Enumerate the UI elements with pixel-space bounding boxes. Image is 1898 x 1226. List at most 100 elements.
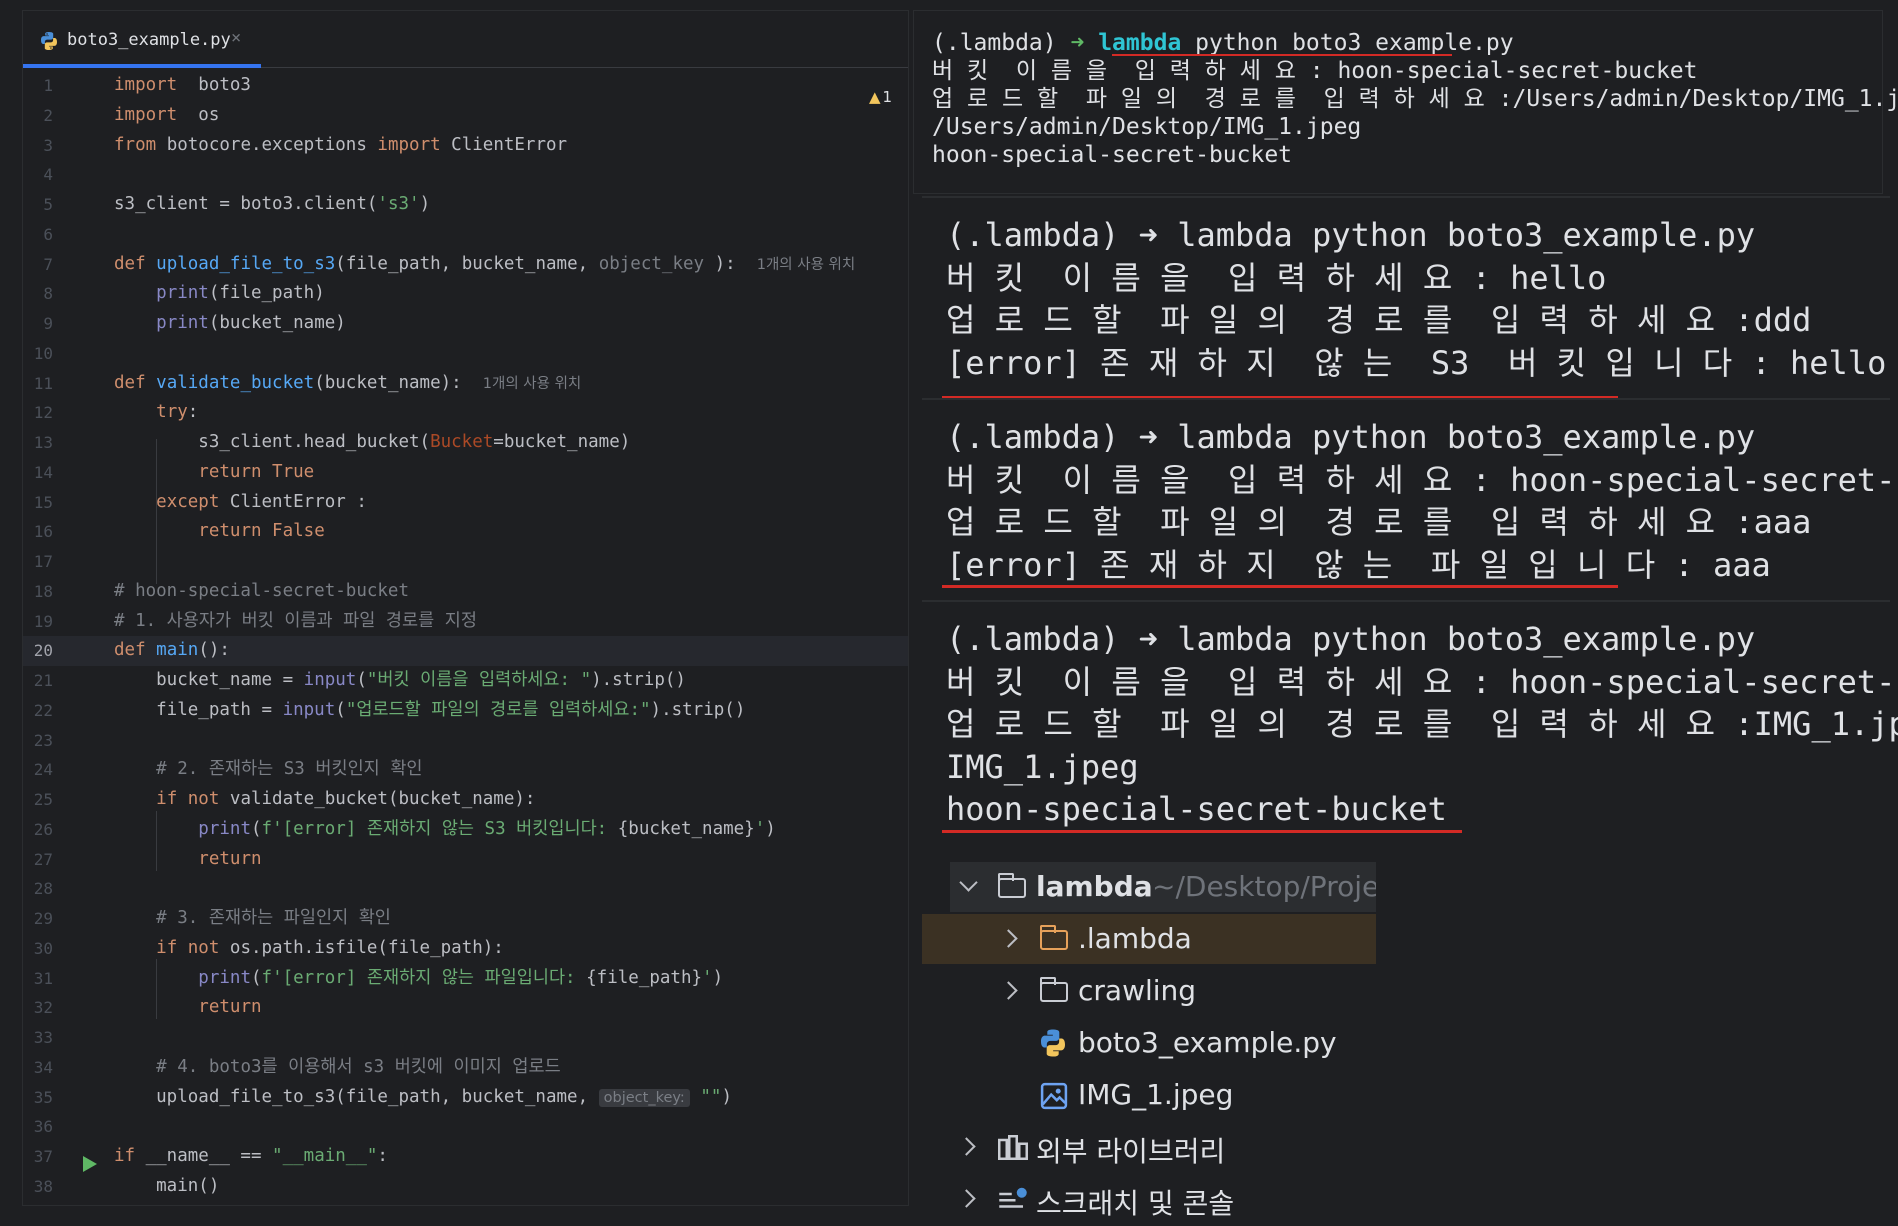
line-number[interactable]: 26 xyxy=(23,815,53,845)
code-area[interactable]: 1 import boto3 2 import os 3 from botocore.ex… xyxy=(23,71,908,1202)
line-number[interactable]: 8 xyxy=(23,279,53,309)
line-number[interactable]: 12 xyxy=(23,398,53,428)
tree-item-external-libraries[interactable]: 외부 라이브러리 xyxy=(922,1122,1890,1172)
line-number[interactable]: 27 xyxy=(23,845,53,875)
line-number[interactable]: 7 xyxy=(23,250,53,280)
code-line[interactable]: 34 # 4. boto3를 이용해서 s3 버킷에 이미지 업로드 xyxy=(23,1053,908,1083)
line-number[interactable]: 21 xyxy=(23,666,53,696)
line-number[interactable]: 30 xyxy=(23,934,53,964)
line-number[interactable]: 34 xyxy=(23,1053,53,1083)
code-line[interactable]: 19 # 1. 사용자가 버킷 이름과 파일 경로를 지정 xyxy=(23,607,908,637)
code-token: os.path.isfile(file_path): xyxy=(219,937,504,958)
line-number[interactable]: 32 xyxy=(23,993,53,1023)
line-number[interactable]: 11 xyxy=(23,369,53,399)
line-number[interactable]: 37 xyxy=(23,1142,53,1172)
tree-item-dot-lambda[interactable]: .lambda xyxy=(922,914,1890,964)
code-line[interactable]: 22 file_path = input("업로드할 파일의 경로를 입력하세요… xyxy=(23,696,908,726)
code-line[interactable]: 9 print(bucket_name) xyxy=(23,309,908,339)
line-number[interactable]: 15 xyxy=(23,488,53,518)
usage-hint[interactable]: 1개의 사용 위치 xyxy=(483,376,581,392)
line-number[interactable]: 20 xyxy=(23,636,53,666)
tree-item-scratches[interactable]: 스크래치 및 콘솔 xyxy=(922,1174,1890,1224)
tree-item-lambda-root[interactable]: lambda ~/Desktop/Projec xyxy=(922,862,1890,912)
code-line[interactable]: 21 bucket_name = input("버킷 이름을 입력하세요: ")… xyxy=(23,666,908,696)
code-line[interactable]: 29 # 3. 존재하는 파일인지 확인 xyxy=(23,904,908,934)
line-number[interactable]: 4 xyxy=(23,160,53,190)
code-line[interactable]: 24 # 2. 존재하는 S3 버킷인지 확인 xyxy=(23,755,908,785)
tree-item-img-1[interactable]: IMG_1.jpeg xyxy=(922,1070,1890,1120)
code-line[interactable]: 37 if __name__ == "__main__": xyxy=(23,1142,908,1172)
code-line[interactable]: 5 s3_client = boto3.client('s3') xyxy=(23,190,908,220)
code-line[interactable]: 7 def upload_file_to_s3(file_path, bucket… xyxy=(23,250,908,280)
code-line[interactable]: 12 try: xyxy=(23,398,908,428)
tab-boto3-example[interactable]: boto3_example.py × xyxy=(23,11,261,68)
prompt-command: python boto3_example.py xyxy=(1292,418,1756,456)
code-line[interactable]: 6 xyxy=(23,220,908,250)
terminal-output-line: [error] 존 재 하 지 않 는 S3 버 킷 입 니 다 : hello xyxy=(946,343,1887,382)
line-number[interactable]: 31 xyxy=(23,964,53,994)
line-number[interactable]: 3 xyxy=(23,131,53,161)
code-line[interactable]: 38 main() xyxy=(23,1172,908,1202)
code-line[interactable]: 11 def validate_bucket(bucket_name): 1개의 … xyxy=(23,369,908,399)
code-token: 's3' xyxy=(377,194,420,214)
prompt-command: python boto3_example.py xyxy=(1292,620,1756,658)
code-line[interactable]: 20 def main(): xyxy=(23,636,908,666)
code-token: (file_path) xyxy=(208,283,325,304)
line-number[interactable]: 9 xyxy=(23,309,53,339)
line-number[interactable]: 5 xyxy=(23,190,53,220)
code-line[interactable]: 33 xyxy=(23,1023,908,1053)
code-text: file_path = input("업로드할 파일의 경로를 입력하세요:")… xyxy=(114,696,745,726)
run-icon[interactable] xyxy=(83,1156,97,1172)
line-number[interactable]: 13 xyxy=(23,428,53,458)
chevron-right-icon[interactable] xyxy=(999,929,1018,948)
line-number[interactable]: 6 xyxy=(23,220,53,250)
line-number[interactable]: 28 xyxy=(23,874,53,904)
line-number[interactable]: 24 xyxy=(23,755,53,785)
line-number[interactable]: 23 xyxy=(23,726,53,756)
line-number[interactable]: 19 xyxy=(23,607,53,637)
code-text: # hoon-special-secret-bucket xyxy=(114,577,409,607)
code-line[interactable]: 23 xyxy=(23,726,908,756)
line-number[interactable]: 14 xyxy=(23,458,53,488)
chevron-right-icon[interactable] xyxy=(957,1189,976,1208)
indent-guide xyxy=(156,439,157,584)
tab-close-icon[interactable]: × xyxy=(231,28,241,48)
line-number[interactable]: 10 xyxy=(23,339,53,369)
code-line[interactable]: 10 xyxy=(23,339,908,369)
code-token: # 2. 존재하는 S3 버킷인지 확인 xyxy=(156,759,423,780)
code-line[interactable]: 8 print(file_path) xyxy=(23,279,908,309)
code-line[interactable]: 3 from botocore.exceptions import ClientE… xyxy=(23,131,908,161)
line-number[interactable]: 2 xyxy=(23,101,53,131)
code-token: (file_path, bucket_name, xyxy=(335,253,599,274)
line-number[interactable]: 25 xyxy=(23,785,53,815)
code-line[interactable]: 35 upload_file_to_s3(file_path, bucket_n… xyxy=(23,1083,908,1113)
line-number[interactable]: 17 xyxy=(23,547,53,577)
code-line[interactable]: 28 xyxy=(23,874,908,904)
chevron-right-icon[interactable] xyxy=(999,981,1018,1000)
line-number[interactable]: 18 xyxy=(23,577,53,607)
code-line[interactable]: 2 import os xyxy=(23,101,908,131)
code-line[interactable]: 1 import boto3 xyxy=(23,71,908,101)
line-number[interactable]: 36 xyxy=(23,1112,53,1142)
line-number[interactable]: 29 xyxy=(23,904,53,934)
code-text: # 3. 존재하는 파일인지 확인 xyxy=(114,904,391,934)
line-number[interactable]: 38 xyxy=(23,1172,53,1202)
annotation-underline xyxy=(942,830,1462,833)
line-number[interactable]: 1 xyxy=(23,71,53,101)
code-line[interactable]: 4 xyxy=(23,160,908,190)
chevron-down-icon[interactable] xyxy=(959,873,978,892)
code-editor[interactable]: boto3_example.py × ▲ 1 1 import boto3 2 impo… xyxy=(22,10,909,1206)
code-text: print(f'[error] 존재하지 않는 S3 버킷입니다: {bucke… xyxy=(114,815,776,845)
line-number[interactable]: 33 xyxy=(23,1023,53,1053)
code-text: if not os.path.isfile(file_path): xyxy=(114,934,504,964)
line-number[interactable]: 22 xyxy=(23,696,53,726)
chevron-right-icon[interactable] xyxy=(957,1137,976,1156)
project-tree[interactable]: lambda ~/Desktop/Projec .lambda crawling… xyxy=(922,842,1890,1226)
code-line[interactable]: 36 xyxy=(23,1112,908,1142)
usage-hint[interactable]: 1개의 사용 위치 xyxy=(757,257,855,273)
line-number[interactable]: 35 xyxy=(23,1083,53,1113)
line-number[interactable]: 16 xyxy=(23,517,53,547)
tree-item-boto3-example[interactable]: boto3_example.py xyxy=(922,1018,1890,1068)
code-token: ) xyxy=(721,1086,732,1107)
tree-item-crawling[interactable]: crawling xyxy=(922,966,1890,1016)
